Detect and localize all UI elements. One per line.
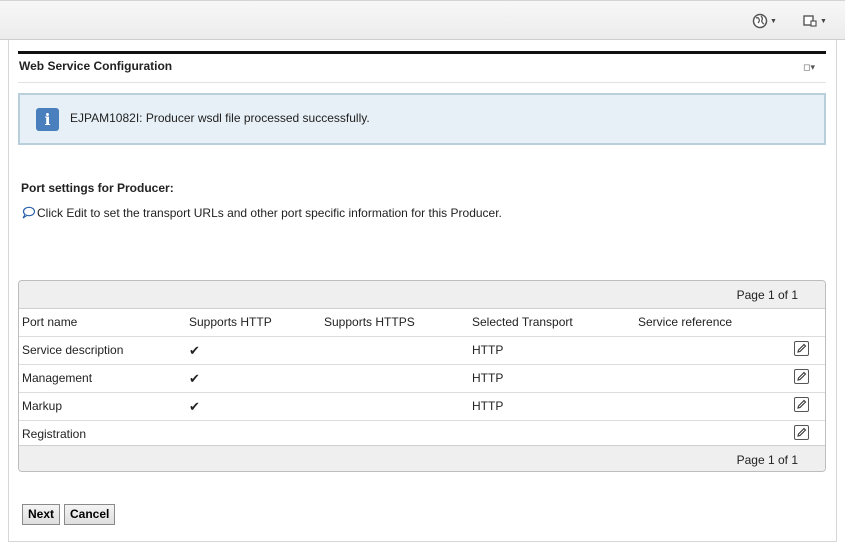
edit-button[interactable] xyxy=(794,369,809,384)
pencil-icon xyxy=(797,371,807,381)
check-icon: ✔ xyxy=(189,371,200,386)
info-message: i EJPAM1082I: Producer wsdl file process… xyxy=(18,93,826,145)
edit-button[interactable] xyxy=(794,425,809,440)
portlet-top-rule xyxy=(18,51,826,54)
next-button[interactable]: Next xyxy=(22,504,61,525)
edit-button[interactable] xyxy=(794,397,809,412)
page-indicator: Page 1 of 1 xyxy=(736,288,798,302)
portlet-menu-icon: ◻▾ xyxy=(803,62,815,72)
transport-cell: HTTP xyxy=(472,343,504,357)
cancel-button[interactable]: Cancel xyxy=(64,504,116,525)
pencil-icon xyxy=(797,427,807,437)
port-name-cell: Markup xyxy=(22,399,63,413)
check-icon: ✔ xyxy=(189,343,200,358)
chevron-down-icon: ▼ xyxy=(770,17,777,25)
port-name-cell: Management xyxy=(22,371,93,385)
chevron-down-icon: ▼ xyxy=(820,17,827,25)
window-icon xyxy=(803,15,817,27)
column-header-service-reference[interactable]: Service reference xyxy=(638,315,732,329)
pager-top: Page 1 of 1 xyxy=(19,281,825,309)
column-header-port-name[interactable]: Port name xyxy=(22,315,77,329)
hint-text: Click Edit to set the transport URLs and… xyxy=(21,206,502,220)
section-title: Port settings for Producer: xyxy=(21,181,174,195)
pager-bottom: Page 1 of 1 xyxy=(19,445,825,471)
check-icon: ✔ xyxy=(189,399,200,414)
port-name-cell: Service description xyxy=(22,343,124,357)
transport-cell: HTTP xyxy=(472,371,504,385)
pencil-icon xyxy=(797,343,807,353)
table-row: Registration xyxy=(19,420,825,448)
speech-bubble-icon xyxy=(22,206,35,219)
table-row: Service description ✔ HTTP xyxy=(19,336,825,365)
page-indicator: Page 1 of 1 xyxy=(736,453,798,467)
table-row: Markup ✔ HTTP xyxy=(19,392,825,421)
message-text: EJPAM1082I: Producer wsdl file processed… xyxy=(70,111,370,125)
portlet-menu-button[interactable]: ◻▾ xyxy=(803,62,815,73)
top-toolbar: ▼ ▼ xyxy=(0,0,845,40)
globe-icon xyxy=(752,13,768,29)
portlet-title: Web Service Configuration xyxy=(19,59,173,73)
transport-cell: HTTP xyxy=(472,399,504,413)
ports-table: Page 1 of 1 Port name Supports HTTP Supp… xyxy=(18,280,826,472)
info-icon: i xyxy=(36,108,59,131)
edit-button[interactable] xyxy=(794,341,809,356)
column-header-supports-http[interactable]: Supports HTTP xyxy=(189,315,272,329)
window-menu-button[interactable]: ▼ xyxy=(802,11,827,31)
column-header-selected-transport[interactable]: Selected Transport xyxy=(472,315,573,329)
table-row: Management ✔ HTTP xyxy=(19,364,825,393)
language-menu-button[interactable]: ▼ xyxy=(752,11,777,31)
column-header-supports-https[interactable]: Supports HTTPS xyxy=(324,315,415,329)
pencil-icon xyxy=(797,399,807,409)
port-name-cell: Registration xyxy=(22,427,87,441)
hint-label: Click Edit to set the transport URLs and… xyxy=(37,206,502,220)
table-header: Port name Supports HTTP Supports HTTPS S… xyxy=(19,308,825,337)
divider xyxy=(18,82,826,83)
